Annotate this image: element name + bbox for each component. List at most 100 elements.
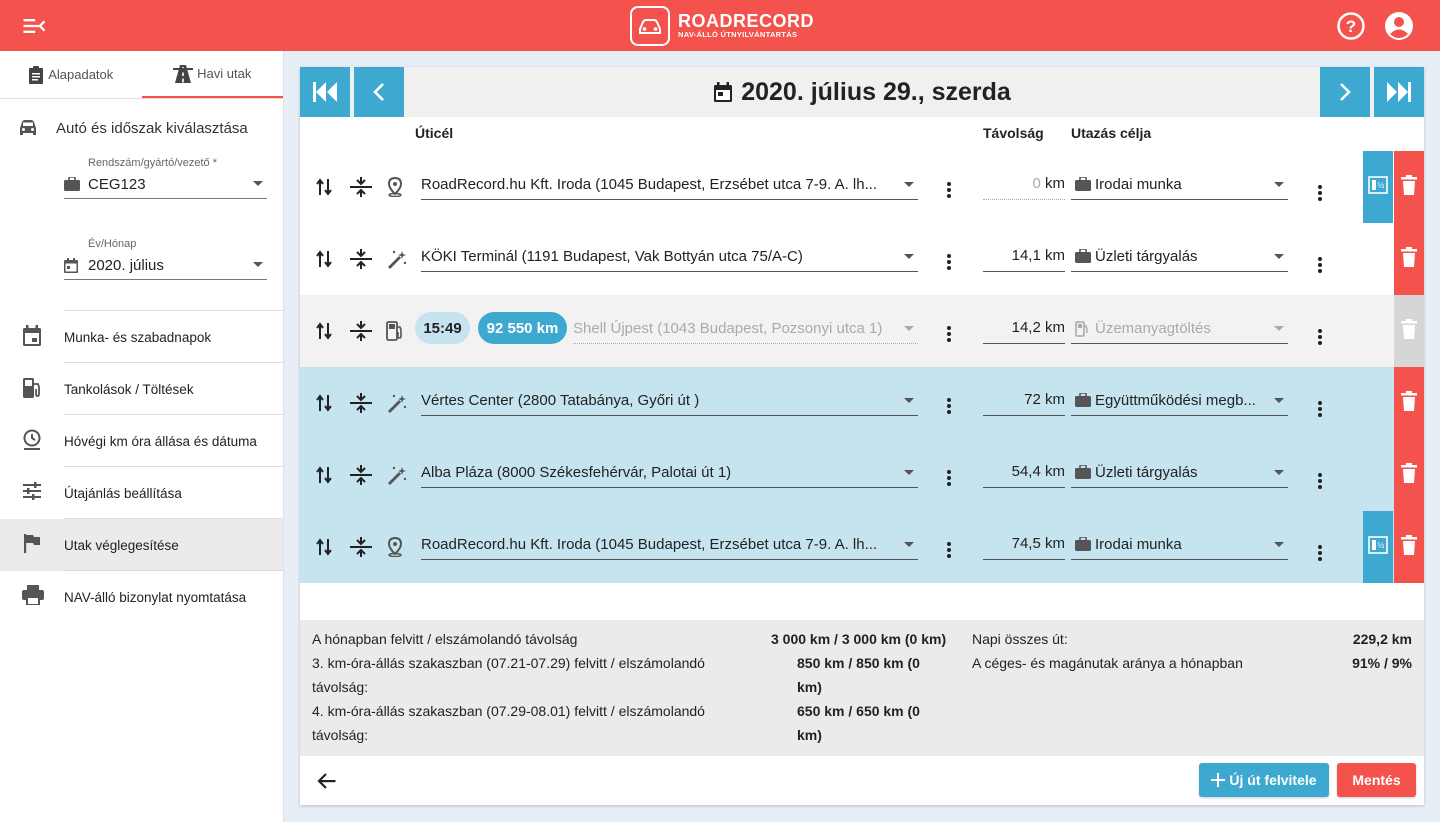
delete-trip-button[interactable]: [1394, 295, 1424, 367]
last-day-button[interactable]: [1374, 67, 1424, 117]
fuel-pump-icon: [386, 321, 404, 346]
nav-item-route-suggestion[interactable]: Útajánlás beállítása: [0, 467, 283, 519]
distance-unit: km: [1045, 463, 1065, 480]
briefcase-icon: [1075, 248, 1091, 267]
summary-label: távolság:: [312, 727, 369, 743]
insert-stop-icon[interactable]: [350, 320, 372, 347]
next-day-button[interactable]: [1320, 67, 1370, 117]
trip-more-icon[interactable]: [1310, 183, 1330, 203]
destination-select[interactable]: KÖKI Terminál (1191 Budapest, Vak Bottyá…: [421, 244, 918, 272]
purpose-select[interactable]: Irodai munka: [1071, 172, 1288, 200]
chevron-right-icon: [1340, 83, 1351, 101]
distance-field[interactable]: 14,2 km: [983, 316, 1065, 344]
destination-more-icon[interactable]: [939, 468, 959, 488]
trip-row: RoadRecord.hu Kft. Iroda (1045 Budapest,…: [300, 511, 1424, 583]
purpose-text: Üzleti tárgyalás: [1095, 248, 1198, 265]
purpose-text: Üzemanyagtöltés: [1095, 320, 1211, 337]
destination-select[interactable]: RoadRecord.hu Kft. Iroda (1045 Budapest,…: [421, 532, 918, 560]
first-day-button[interactable]: [300, 67, 350, 117]
insert-stop-icon[interactable]: [350, 176, 372, 203]
help-icon[interactable]: ?: [1336, 11, 1366, 41]
trip-more-icon[interactable]: [1310, 471, 1330, 491]
delete-trip-button[interactable]: [1394, 511, 1424, 583]
swap-icon[interactable]: [316, 537, 332, 562]
field-value: CEG123: [88, 176, 146, 193]
save-button[interactable]: Mentés: [1337, 763, 1416, 797]
briefcase-icon: [1075, 536, 1091, 555]
delete-trip-button[interactable]: [1394, 223, 1424, 295]
swap-icon[interactable]: [316, 249, 332, 274]
destination-more-icon[interactable]: [939, 540, 959, 560]
purpose-select[interactable]: Irodai munka: [1071, 532, 1288, 560]
purpose-select[interactable]: Üzleti tárgyalás: [1071, 244, 1288, 272]
logo-subtitle: NAV-ÁLLÓ ÚTNYILVÁNTARTÁS: [678, 30, 798, 39]
trash-icon: [1401, 534, 1417, 560]
destination-select[interactable]: RoadRecord.hu Kft. Iroda (1045 Budapest,…: [421, 172, 918, 200]
nav-item-finalize-trips[interactable]: Utak véglegesítése: [0, 519, 283, 571]
destination-select[interactable]: Shell Újpest (1043 Budapest, Pozsonyi ut…: [573, 316, 918, 344]
summary-label: távolság:: [312, 679, 369, 695]
road-icon: [173, 64, 194, 83]
vehicle-select[interactable]: Rendszám/gyártó/vezető * CEG123: [64, 157, 267, 217]
nav-item-refueling[interactable]: Tankolások / Töltések: [0, 363, 283, 415]
insert-stop-icon[interactable]: [350, 536, 372, 563]
swap-icon[interactable]: [316, 177, 332, 202]
destination-more-icon[interactable]: [939, 396, 959, 416]
tab-havi-utak[interactable]: Havi utak: [141, 51, 283, 98]
svg-text:½: ½: [1378, 181, 1385, 190]
nav-item-workdays[interactable]: Munka- és szabadnapok: [0, 311, 283, 363]
printer-icon: [22, 585, 44, 610]
insert-stop-icon[interactable]: [350, 392, 372, 419]
delete-trip-button[interactable]: [1394, 367, 1424, 439]
distance-field[interactable]: 14,1 km: [983, 244, 1065, 272]
swap-icon[interactable]: [316, 321, 332, 346]
dropdown-arrow-icon: [253, 262, 263, 267]
column-header-destination: Úticél: [415, 125, 454, 141]
destination-select[interactable]: Vértes Center (2800 Tatabánya, Győri út …: [421, 388, 918, 416]
purpose-select[interactable]: Üzemanyagtöltés: [1071, 316, 1288, 344]
summary-value: 3 000 km / 3 000 km (0 km): [771, 631, 947, 647]
tab-alapadatok[interactable]: Alapadatok: [0, 51, 142, 98]
account-icon[interactable]: [1384, 11, 1414, 41]
insert-stop-icon[interactable]: [350, 464, 372, 491]
distance-value: 14,1: [1011, 247, 1041, 264]
trip-more-icon[interactable]: [1310, 543, 1330, 563]
nav-item-print[interactable]: NAV-álló bizonylat nyomtatása: [0, 571, 283, 623]
insert-stop-icon[interactable]: [350, 248, 372, 275]
back-arrow-icon[interactable]: [317, 772, 337, 795]
period-select[interactable]: Év/Hónap 2020. július: [64, 238, 267, 298]
destination-more-icon[interactable]: [939, 324, 959, 344]
purpose-text: Irodai munka: [1095, 536, 1182, 553]
destination-text: KÖKI Terminál (1191 Budapest, Vak Bottyá…: [421, 248, 803, 265]
odometer-button[interactable]: ½: [1363, 151, 1393, 223]
distance-field[interactable]: 0 km: [983, 172, 1065, 200]
trip-more-icon[interactable]: [1310, 327, 1330, 347]
odometer-icon: ½: [1368, 175, 1388, 199]
previous-day-button[interactable]: [354, 67, 404, 117]
fuel-pump-icon: [1075, 321, 1089, 341]
purpose-text: Üzleti tárgyalás: [1095, 464, 1198, 481]
new-trip-button[interactable]: Új út felvitele: [1199, 763, 1329, 797]
trip-more-icon[interactable]: [1310, 255, 1330, 275]
purpose-select[interactable]: Üzleti tárgyalás: [1071, 460, 1288, 488]
flag-icon: [22, 533, 42, 558]
destination-more-icon[interactable]: [939, 180, 959, 200]
delete-trip-button[interactable]: [1394, 151, 1424, 223]
distance-field[interactable]: 74,5 km: [983, 532, 1065, 560]
collapse-menu-icon[interactable]: [20, 12, 48, 40]
briefcase-icon: [1075, 392, 1091, 411]
calendar-icon: [64, 258, 78, 278]
destination-more-icon[interactable]: [939, 252, 959, 272]
swap-icon[interactable]: [316, 393, 332, 418]
trash-icon: [1401, 462, 1417, 488]
destination-select[interactable]: Alba Pláza (8000 Székesfehérvár, Palotai…: [421, 460, 918, 488]
purpose-select[interactable]: Együttműködési megb...: [1071, 388, 1288, 416]
swap-icon[interactable]: [316, 465, 332, 490]
distance-field[interactable]: 54,4 km: [983, 460, 1065, 488]
trip-more-icon[interactable]: [1310, 399, 1330, 419]
distance-field[interactable]: 72 km: [983, 388, 1065, 416]
nav-item-odometer[interactable]: Hóvégi km óra állása és dátuma: [0, 415, 283, 467]
tab-label: Havi utak: [197, 66, 252, 81]
delete-trip-button[interactable]: [1394, 439, 1424, 511]
odometer-button[interactable]: ½: [1363, 511, 1393, 583]
